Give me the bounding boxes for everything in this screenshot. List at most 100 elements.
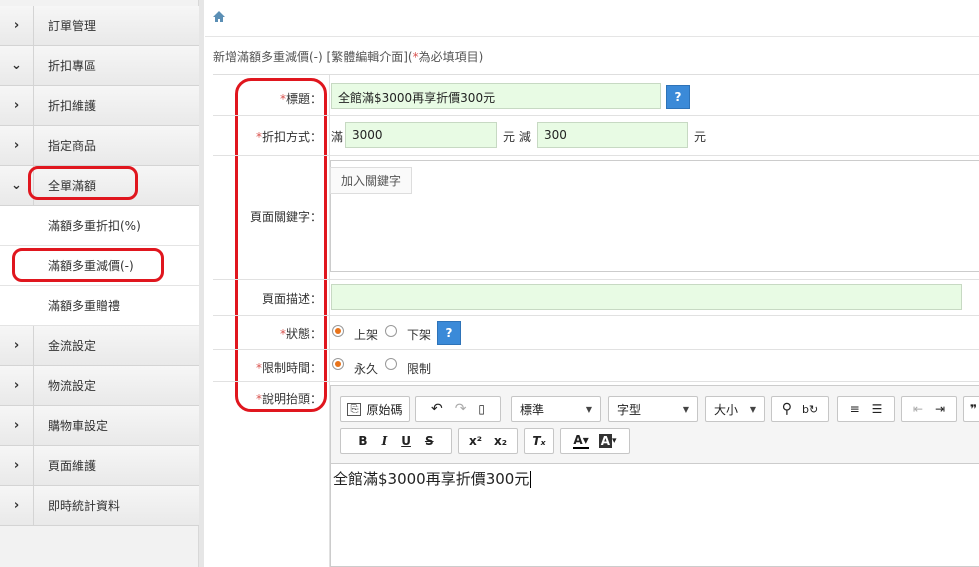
redo-icon[interactable]: ↷ xyxy=(455,401,467,417)
chevron-right-icon: › xyxy=(0,486,34,525)
threshold-amount-input[interactable]: 3000 xyxy=(345,122,497,148)
search-icon[interactable]: ⚲ xyxy=(782,401,792,417)
source-icon: ⎘ xyxy=(347,402,362,416)
sidebar-item-label: 指定商品 xyxy=(48,139,97,153)
background-color-icon[interactable]: A xyxy=(598,434,613,448)
divider xyxy=(205,36,979,37)
chevron-right-icon: › xyxy=(0,6,34,45)
paste-icon[interactable]: ▯ xyxy=(478,402,485,416)
method-prefix: 滿 xyxy=(331,130,344,144)
editor-content[interactable]: 全館滿$3000再享折價300元 xyxy=(331,464,979,493)
sidebar-item-logistics[interactable]: › 物流設定 xyxy=(0,366,199,406)
sidebar-item-label: 購物車設定 xyxy=(48,419,109,433)
keywords-box[interactable] xyxy=(330,160,979,272)
keyword-input[interactable]: 加入關鍵字 xyxy=(330,167,413,194)
bulleted-list-icon[interactable]: ☰ xyxy=(872,402,883,416)
size-select[interactable]: 大小 ▼ xyxy=(705,396,765,422)
format-label: 標準 xyxy=(520,402,545,417)
field-label-description: 頁面描述： xyxy=(261,292,322,306)
superscript-icon[interactable]: x² xyxy=(469,434,482,448)
undo-icon[interactable]: ↶ xyxy=(431,401,443,417)
outdent-icon[interactable]: ⇤ xyxy=(913,402,923,416)
home-icon[interactable] xyxy=(212,10,226,24)
sidebar-item-full-order[interactable]: ⌄ 全單滿額 xyxy=(0,166,199,206)
indent-group: ⇤ ⇥ xyxy=(901,396,957,422)
text-cursor xyxy=(530,471,532,488)
sidebar-item-specified-products[interactable]: › 指定商品 xyxy=(0,126,199,166)
sidebar-item-discount-maintenance[interactable]: › 折扣維護 xyxy=(0,86,199,126)
sidebar-subitem-price-reduction[interactable]: 滿額多重減價(-) xyxy=(0,246,199,286)
sidebar-item-page-maintenance[interactable]: › 頁面維護 xyxy=(0,446,199,486)
sidebar-item-cart-settings[interactable]: › 購物車設定 xyxy=(0,406,199,446)
title-input[interactable]: 全館滿$3000再享折價300元 xyxy=(331,83,661,109)
form-row-status: *狀態： xyxy=(213,316,979,350)
status-on-radio[interactable] xyxy=(332,325,344,337)
status-help-button[interactable]: ? xyxy=(437,321,461,345)
sidebar-item-discounts[interactable]: ⌄ 折扣專區 xyxy=(0,46,199,86)
sidebar-subitem-gifts[interactable]: 滿額多重贈禮 xyxy=(0,286,199,326)
text-color-icon[interactable]: A▾ xyxy=(573,433,589,449)
sidebar-subitem-label: 滿額多重贈禮 xyxy=(48,299,121,313)
remove-format-button[interactable]: Tₓ xyxy=(524,428,554,454)
method-suffix: 元 xyxy=(694,130,707,144)
sidebar-item-label: 折扣維護 xyxy=(48,99,97,113)
bold-icon[interactable]: B xyxy=(358,434,367,448)
strikethrough-icon[interactable]: S xyxy=(425,434,434,448)
chevron-down-icon: ⌄ xyxy=(0,46,34,85)
status-off-label: 下架 xyxy=(407,328,432,342)
description-input[interactable] xyxy=(331,284,962,310)
sidebar-item-label: 折扣專區 xyxy=(48,59,97,73)
quote-button[interactable]: ❞ xyxy=(963,396,979,422)
quote-icon: ❞ xyxy=(969,402,978,416)
field-label-title: *標題： xyxy=(213,90,328,107)
font-label: 字型 xyxy=(617,402,642,417)
format-select[interactable]: 標準 ▼ xyxy=(511,396,601,422)
script-group: x² x₂ xyxy=(458,428,518,454)
numbered-list-icon[interactable]: ≡ xyxy=(850,402,860,416)
status-off-radio[interactable] xyxy=(385,325,397,337)
field-label-status: *狀態： xyxy=(213,325,328,342)
field-label-method: *折扣方式： xyxy=(213,128,328,145)
sidebar-gutter xyxy=(199,0,204,567)
divider xyxy=(329,75,330,115)
caret-down-icon: ▼ xyxy=(585,404,592,414)
sidebar-item-payment[interactable]: › 金流設定 xyxy=(0,326,199,366)
sidebar-item-label: 即時統計資料 xyxy=(48,499,121,513)
field-label-period: *限制時間： xyxy=(213,359,328,376)
chevron-right-icon: › xyxy=(0,406,34,445)
divider xyxy=(329,316,330,349)
divider xyxy=(329,280,330,315)
rich-text-editor: ⎘ 原始碼 ↶ ↷ ▯ 標準 ▼ 字型 ▼ 大小 ▼ ⚲ b↻ ≡ ☰ ⇤ ⇥ ❞ xyxy=(330,385,979,567)
sidebar-subitem-percent-discount[interactable]: 滿額多重折扣(%) xyxy=(0,206,199,246)
sidebar-item-label: 金流設定 xyxy=(48,339,97,353)
font-select[interactable]: 字型 ▼ xyxy=(608,396,698,422)
label-text: 折扣方式： xyxy=(261,130,322,144)
sidebar-item-orders[interactable]: › 訂單管理 xyxy=(0,6,199,46)
editor-toolbar: ⎘ 原始碼 ↶ ↷ ▯ 標準 ▼ 字型 ▼ 大小 ▼ ⚲ b↻ ≡ ☰ ⇤ ⇥ ❞ xyxy=(331,386,979,464)
page-title-text: 新增滿額多重減價(-) [繁體編輯介面]( xyxy=(213,50,413,64)
subscript-icon[interactable]: x₂ xyxy=(494,434,507,448)
editor-text: 全館滿$3000再享折價300元 xyxy=(333,470,530,488)
discount-amount-input[interactable]: 300 xyxy=(537,122,688,148)
page-title-tail: 為必填項目) xyxy=(418,50,484,64)
chevron-right-icon: › xyxy=(0,326,34,365)
replace-icon[interactable]: b↻ xyxy=(802,403,818,416)
list-group: ≡ ☰ xyxy=(837,396,895,422)
sidebar-item-label: 物流設定 xyxy=(48,379,97,393)
source-button[interactable]: ⎘ 原始碼 xyxy=(340,396,410,422)
italic-icon[interactable]: I xyxy=(382,434,388,448)
chevron-down-icon: ⌄ xyxy=(0,166,34,205)
field-label-header: *說明抬頭： xyxy=(213,390,328,407)
chevron-right-icon: › xyxy=(0,126,34,165)
period-limit-radio[interactable] xyxy=(385,358,397,370)
sidebar: › 訂單管理 ⌄ 折扣專區 › 折扣維護 › 指定商品 ⌄ 全單滿額 滿額多重折… xyxy=(0,0,199,567)
page-title: 新增滿額多重減價(-) [繁體編輯介面](*為必填項目) xyxy=(213,48,483,65)
status-on-label: 上架 xyxy=(354,328,379,342)
underline-icon[interactable]: U xyxy=(401,434,411,448)
title-help-button[interactable]: ? xyxy=(666,85,690,109)
method-mid: 元 減 xyxy=(503,130,531,144)
indent-icon[interactable]: ⇥ xyxy=(935,402,945,416)
sidebar-subitem-label: 滿額多重減價(-) xyxy=(48,259,134,273)
sidebar-item-live-stats[interactable]: › 即時統計資料 xyxy=(0,486,199,526)
period-forever-radio[interactable] xyxy=(332,358,344,370)
